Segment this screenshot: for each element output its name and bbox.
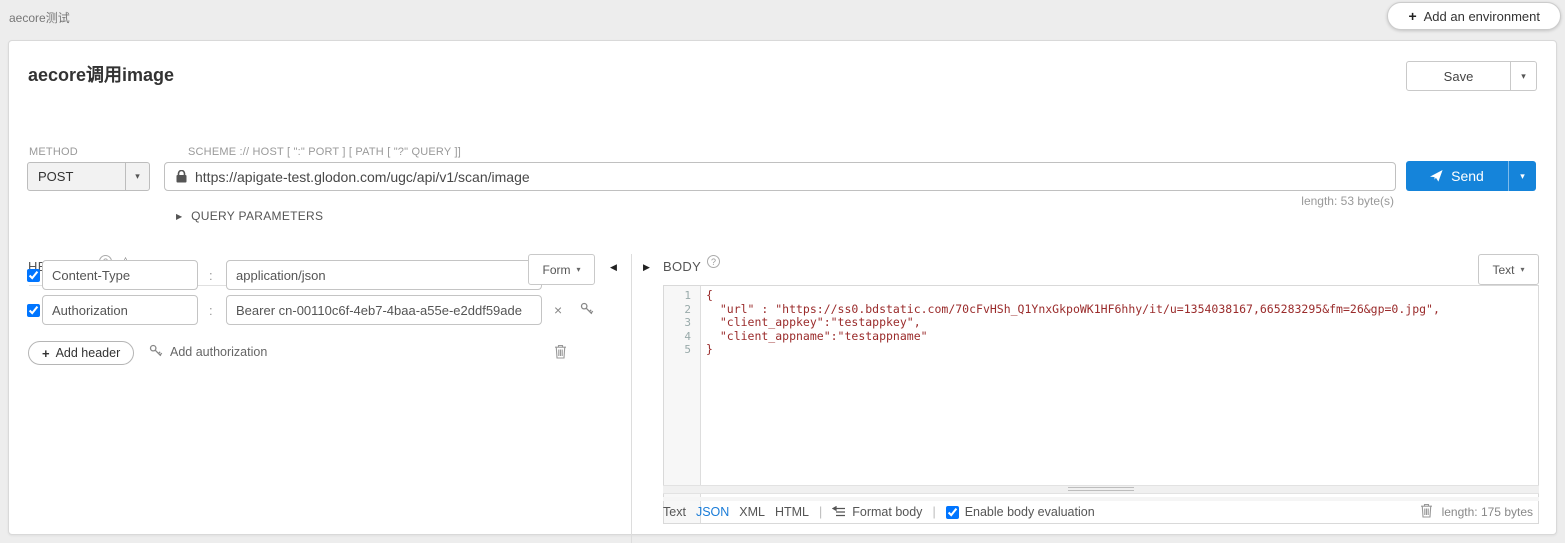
key-icon[interactable] — [580, 302, 594, 320]
body-title: BODY — [663, 255, 701, 274]
top-bar: aecore测试 + Add an environment — [0, 0, 1565, 36]
body-type-html[interactable]: HTML — [775, 505, 809, 519]
editor-scrollbar-track[interactable] — [663, 497, 1539, 501]
method-select[interactable]: POST ▾ — [27, 162, 150, 191]
line-number: 2 — [664, 303, 691, 317]
format-body-label: Format body — [852, 505, 922, 519]
expand-arrow-icon: ▶ — [176, 212, 182, 221]
chevron-down-icon: ▾ — [1521, 71, 1526, 81]
body-type-dropdown[interactable]: Text ▾ — [1478, 254, 1539, 285]
enable-body-evaluation-checkbox[interactable] — [946, 506, 959, 519]
enable-body-evaluation-label: Enable body evaluation — [965, 505, 1095, 519]
add-environment-button[interactable]: + Add an environment — [1387, 2, 1561, 30]
chevron-down-icon: ▾ — [125, 163, 149, 190]
body-type-json[interactable]: JSON — [696, 505, 729, 519]
collapse-right-icon[interactable]: ▶ — [643, 262, 650, 273]
key-icon — [149, 344, 163, 359]
add-header-label: Add header — [56, 346, 121, 360]
header-row: : × — [9, 295, 629, 325]
header-enabled-checkbox[interactable] — [27, 304, 40, 317]
body-type-text[interactable]: Text — [663, 505, 686, 519]
chevron-down-icon: ▾ — [1521, 265, 1525, 274]
send-button-group: Send ▾ — [1406, 161, 1536, 191]
method-value: POST — [28, 169, 125, 184]
paper-plane-icon — [1430, 170, 1443, 182]
delete-headers-icon[interactable] — [554, 344, 567, 362]
body-length-area: length: 175 bytes — [1420, 502, 1533, 522]
enable-body-evaluation: Enable body evaluation — [946, 505, 1095, 519]
body-section-header: BODY ? — [663, 255, 720, 274]
add-authorization-link[interactable]: Add authorization — [149, 344, 267, 359]
remove-header-icon[interactable]: × — [554, 302, 562, 318]
form-dropdown-label: Form — [542, 263, 570, 277]
method-label: METHOD — [29, 146, 78, 158]
chevron-down-icon: ▾ — [576, 265, 580, 274]
scheme-label: SCHEME :// HOST [ ":" PORT ] [ PATH [ "?… — [188, 146, 461, 158]
panel-divider[interactable] — [631, 254, 632, 543]
separator: | — [819, 505, 822, 519]
add-header-button[interactable]: + Add header — [28, 341, 134, 365]
code-line: } — [706, 343, 1538, 357]
delete-body-icon[interactable] — [1420, 503, 1433, 521]
header-value-input[interactable] — [226, 295, 542, 325]
send-label: Send — [1451, 168, 1484, 184]
body-length-text: length: 175 bytes — [1442, 505, 1533, 519]
plus-icon: + — [1408, 8, 1416, 24]
line-number: 5 — [664, 343, 691, 357]
line-number: 4 — [664, 330, 691, 344]
save-dropdown-button[interactable]: ▾ — [1511, 61, 1537, 91]
body-type-label: Text — [1492, 263, 1514, 277]
url-field-wrapper — [164, 162, 1396, 191]
body-type-xml[interactable]: XML — [739, 505, 765, 519]
help-icon[interactable]: ? — [707, 255, 720, 268]
add-environment-label: Add an environment — [1424, 9, 1540, 24]
grip-lines-icon — [1068, 487, 1134, 492]
headers-view-dropdown[interactable]: Form ▾ — [528, 254, 595, 285]
lock-icon — [176, 170, 187, 183]
query-parameters-label: QUERY PARAMETERS — [191, 209, 323, 223]
query-parameters-toggle[interactable]: ▶ QUERY PARAMETERS — [176, 209, 323, 223]
save-button-group: Save ▾ — [1406, 61, 1537, 91]
code-line: "client_appname":"testappname" — [706, 330, 1538, 344]
url-input[interactable] — [195, 163, 1395, 190]
send-dropdown-button[interactable]: ▾ — [1508, 161, 1536, 191]
format-lines-icon — [832, 506, 846, 518]
breadcrumb: aecore测试 — [9, 9, 70, 26]
editor-resize-handle[interactable] — [663, 485, 1539, 494]
separator: | — [932, 505, 935, 519]
header-value-input[interactable] — [226, 260, 542, 290]
url-length-text: length: 53 byte(s) — [1301, 194, 1394, 208]
format-body-button[interactable]: Format body — [832, 505, 922, 519]
colon-separator: : — [209, 268, 213, 283]
header-enabled-checkbox[interactable] — [27, 269, 40, 282]
header-name-input[interactable] — [42, 295, 198, 325]
code-line: { — [706, 289, 1538, 303]
chevron-down-icon: ▾ — [1520, 171, 1525, 181]
line-number: 1 — [664, 289, 691, 303]
line-number: 3 — [664, 316, 691, 330]
page-title: aecore调用image — [28, 61, 174, 87]
code-line: "client_appkey":"testappkey", — [706, 316, 1538, 330]
plus-icon: + — [42, 346, 50, 361]
colon-separator: : — [209, 303, 213, 318]
body-footer-toolbar: Text JSON XML HTML | Format body | Enabl… — [663, 502, 1095, 522]
header-name-input[interactable] — [42, 260, 198, 290]
code-line: "url" : "https://ss0.bdstatic.com/70cFvH… — [706, 303, 1538, 317]
add-authorization-label: Add authorization — [170, 345, 267, 359]
request-card: aecore调用image Save ▾ METHOD SCHEME :// H… — [8, 40, 1557, 535]
send-button[interactable]: Send — [1406, 161, 1508, 191]
save-button[interactable]: Save — [1406, 61, 1511, 91]
